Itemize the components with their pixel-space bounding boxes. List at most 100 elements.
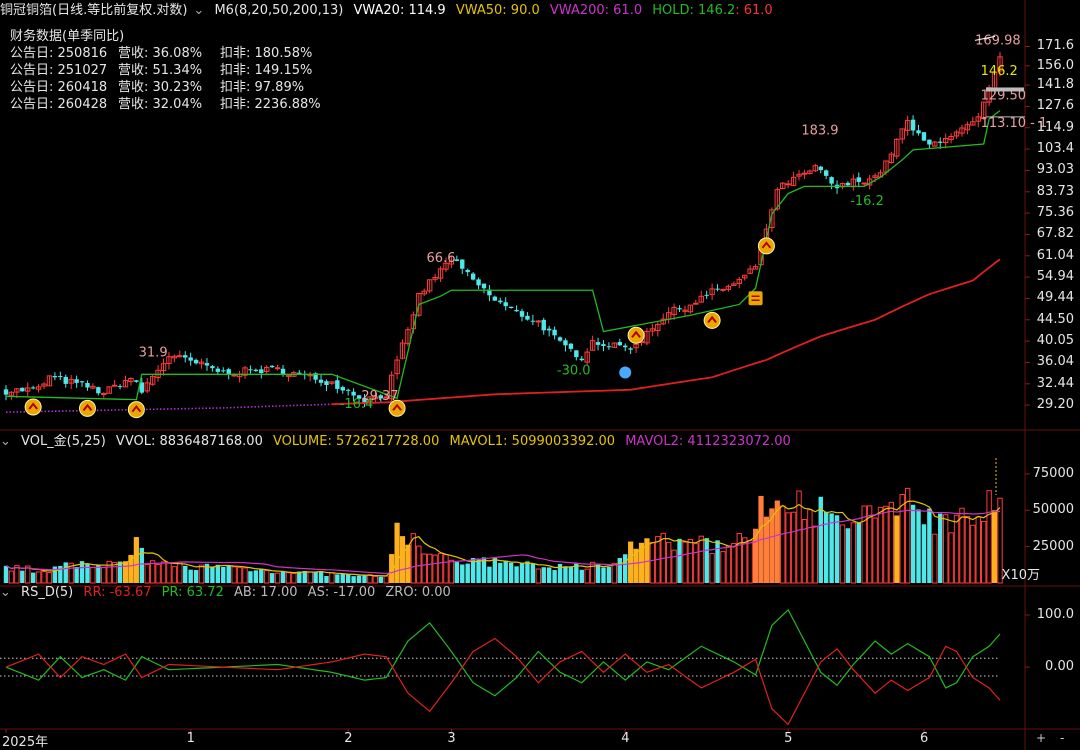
volume-bar [226,565,231,583]
net-profit-growth: 扣非: 180.58% [220,46,313,61]
candle [470,273,476,280]
volume-bar [709,553,715,584]
volume-bar [432,554,438,584]
volume-bar [579,569,584,583]
candle [519,311,525,317]
volume-bar [877,506,884,584]
signal-circle [757,237,775,255]
signal-marker-icon [127,401,145,419]
candle [481,283,487,289]
volume-bar [715,540,720,583]
volume-bar [498,562,503,583]
volume-bar [623,554,628,583]
volume-bar [601,567,606,583]
candle [845,182,851,186]
price-axis-label: 49.44 [1036,290,1074,306]
candle [595,342,601,345]
signal-marker-icon [24,398,42,416]
rs-header: ⌄ RS_D(5) RR: -63.67 PR: 63.72 AB: 17.00… [0,582,457,604]
volume-bar [812,525,819,584]
signal-circle [24,398,42,416]
price-axis-label: 36.04 [1036,354,1074,370]
candle [927,139,932,145]
price-axis-label: 93.03 [1036,162,1074,178]
candle [351,391,356,396]
as-value: AS: -17.00 [307,585,376,600]
price-axis-label: 75.36 [1036,205,1074,221]
volume-bar [991,510,998,583]
candle [823,170,829,176]
volume-bar [133,537,139,583]
candle [280,368,286,375]
candle [183,355,188,358]
chevron-down-icon[interactable]: ⌄ [0,434,11,449]
volume-bar [541,567,546,583]
rs-indicator-name[interactable]: RS_D(5) [21,585,73,600]
volume-bar [693,543,699,584]
volume-bar [476,558,481,583]
indicator-params: M6(8,20,50,200,13) [214,3,344,18]
candle [720,288,726,291]
volume-header: ⌄ VOL_金(5,25) VVOL: 8836487168.00 VOLUME… [0,431,797,453]
volume-bar [829,513,834,583]
chevron-down-icon[interactable]: ⌄ [0,585,11,600]
candle [525,315,530,320]
volume-bar [975,516,981,584]
price-axis-label: 54.94 [1036,269,1074,285]
ab-value: AB: 17.00 [233,585,298,600]
candle [345,389,351,391]
candle [193,359,199,364]
candle [606,346,612,348]
volume-bar [63,562,68,583]
zoom-out-button[interactable]: - [1060,731,1064,745]
signal-circle [127,401,145,419]
price-axis-label: 61.04 [1036,247,1074,263]
volume-bar [731,542,737,584]
candle [541,319,546,331]
financial-title: 财务数据(单季同比) [10,29,125,44]
volume-bar [460,564,465,583]
signal-marker-icon [627,326,645,344]
candle [861,182,867,185]
volume-bar [454,562,460,583]
volume-bar [682,541,688,584]
volume-bar [259,568,264,583]
zoom-in-button[interactable]: + [1036,731,1046,745]
candle [20,387,25,392]
candle [938,141,943,143]
volume-bar [492,557,498,583]
volume-bar [606,566,612,583]
volume-bar [519,563,525,583]
candle [628,348,633,350]
candle [693,302,699,305]
volume-bar [552,570,557,583]
price-annotation: -16.2 [850,194,884,209]
volume-bar [122,561,129,583]
volume-bar [443,554,449,584]
price-annotation: 183.9 [801,123,838,138]
stock-title[interactable]: 铜冠铜箔(日线.等比前复权.对数) [0,3,187,18]
price-axis-label: 141.8 [1036,77,1074,93]
vvol-value: VVOL: 8836487168.00 [115,434,263,449]
candle [274,367,281,370]
volume-bar [780,505,786,584]
volume-bar [487,566,492,583]
volume-bar [948,532,954,584]
chevron-down-icon[interactable]: ⌄ [193,3,204,18]
candle [818,166,823,171]
volume-bar [563,566,568,583]
candle [117,386,123,388]
volume-axis-label: 75000 [1032,465,1074,481]
price-axis-label: 32.44 [1036,375,1074,391]
volume-bar [231,566,237,584]
rs-axis-label: 100.0 [1036,607,1074,623]
candle [188,357,193,361]
volume-value: VOLUME: 5726217728.00 [273,434,440,449]
vol-indicator-name[interactable]: VOL_金(5,25) [21,434,106,449]
signal-circle [703,311,721,329]
candle [623,345,628,348]
volume-bar [514,566,519,583]
candle [340,387,345,391]
candle [269,365,275,368]
price-axis-label: 44.50 [1036,311,1074,327]
